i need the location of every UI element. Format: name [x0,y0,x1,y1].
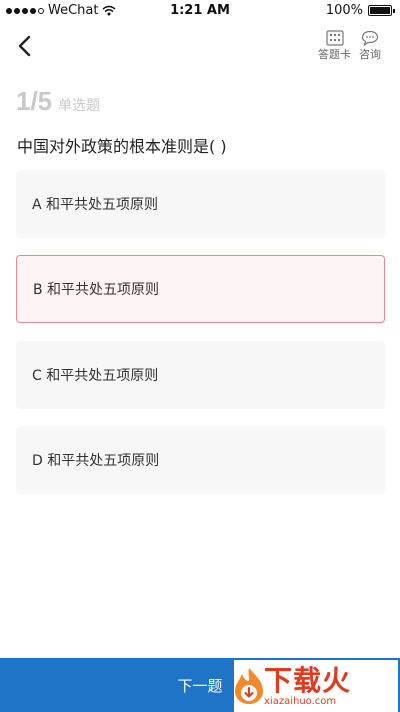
option-label: C 和平共处五项原则 [32,368,159,384]
flame-download-icon [235,668,263,704]
answer-card-label: 答题卡 [318,48,351,61]
consult-button[interactable]: 咨询 [359,30,381,62]
watermark-main: 下载火 [264,663,352,697]
option-label: A 和平共处五项原则 [32,197,159,213]
status-bar: WeChat 1:21 AM 100% [0,0,400,22]
consult-label: 咨询 [359,48,381,61]
option-label: B 和平共处五项原则 [33,282,160,298]
option-d[interactable]: D 和平共处五项原则 [16,426,385,494]
answer-card-icon [325,30,344,46]
option-label: D 和平共处五项原则 [32,453,160,469]
answer-card-button[interactable]: 答题卡 [318,30,351,62]
next-question-label: 下一题 [177,676,223,695]
battery-percent: 100% [325,3,363,18]
option-c[interactable]: C 和平共处五项原则 [16,341,385,409]
battery-icon [368,5,395,16]
watermark-logo: 下载火 xiazaihuo.com [234,660,398,712]
option-a[interactable]: A 和平共处五项原则 [16,170,385,238]
back-arrow-icon [18,35,31,57]
watermark-sub: xiazaihuo.com [264,695,337,707]
progress-number: 1/5 [16,86,53,116]
status-right: 100% [325,3,395,18]
option-b[interactable]: B 和平共处五项原则 [16,255,385,323]
question-type: 单选题 [58,98,101,114]
watermark-text: 下载火 xiazaihuo.com [264,663,352,707]
nav-bar: 答题卡 咨询 [0,26,400,70]
back-button[interactable] [10,32,38,60]
battery-fill [370,7,390,14]
question-progress: 1/5 单选题 [16,86,100,117]
question-text: 中国对外政策的根本准则是( ) [17,137,227,156]
chat-bubble-icon [361,30,379,46]
next-question-button[interactable]: 下一题 [160,658,240,712]
